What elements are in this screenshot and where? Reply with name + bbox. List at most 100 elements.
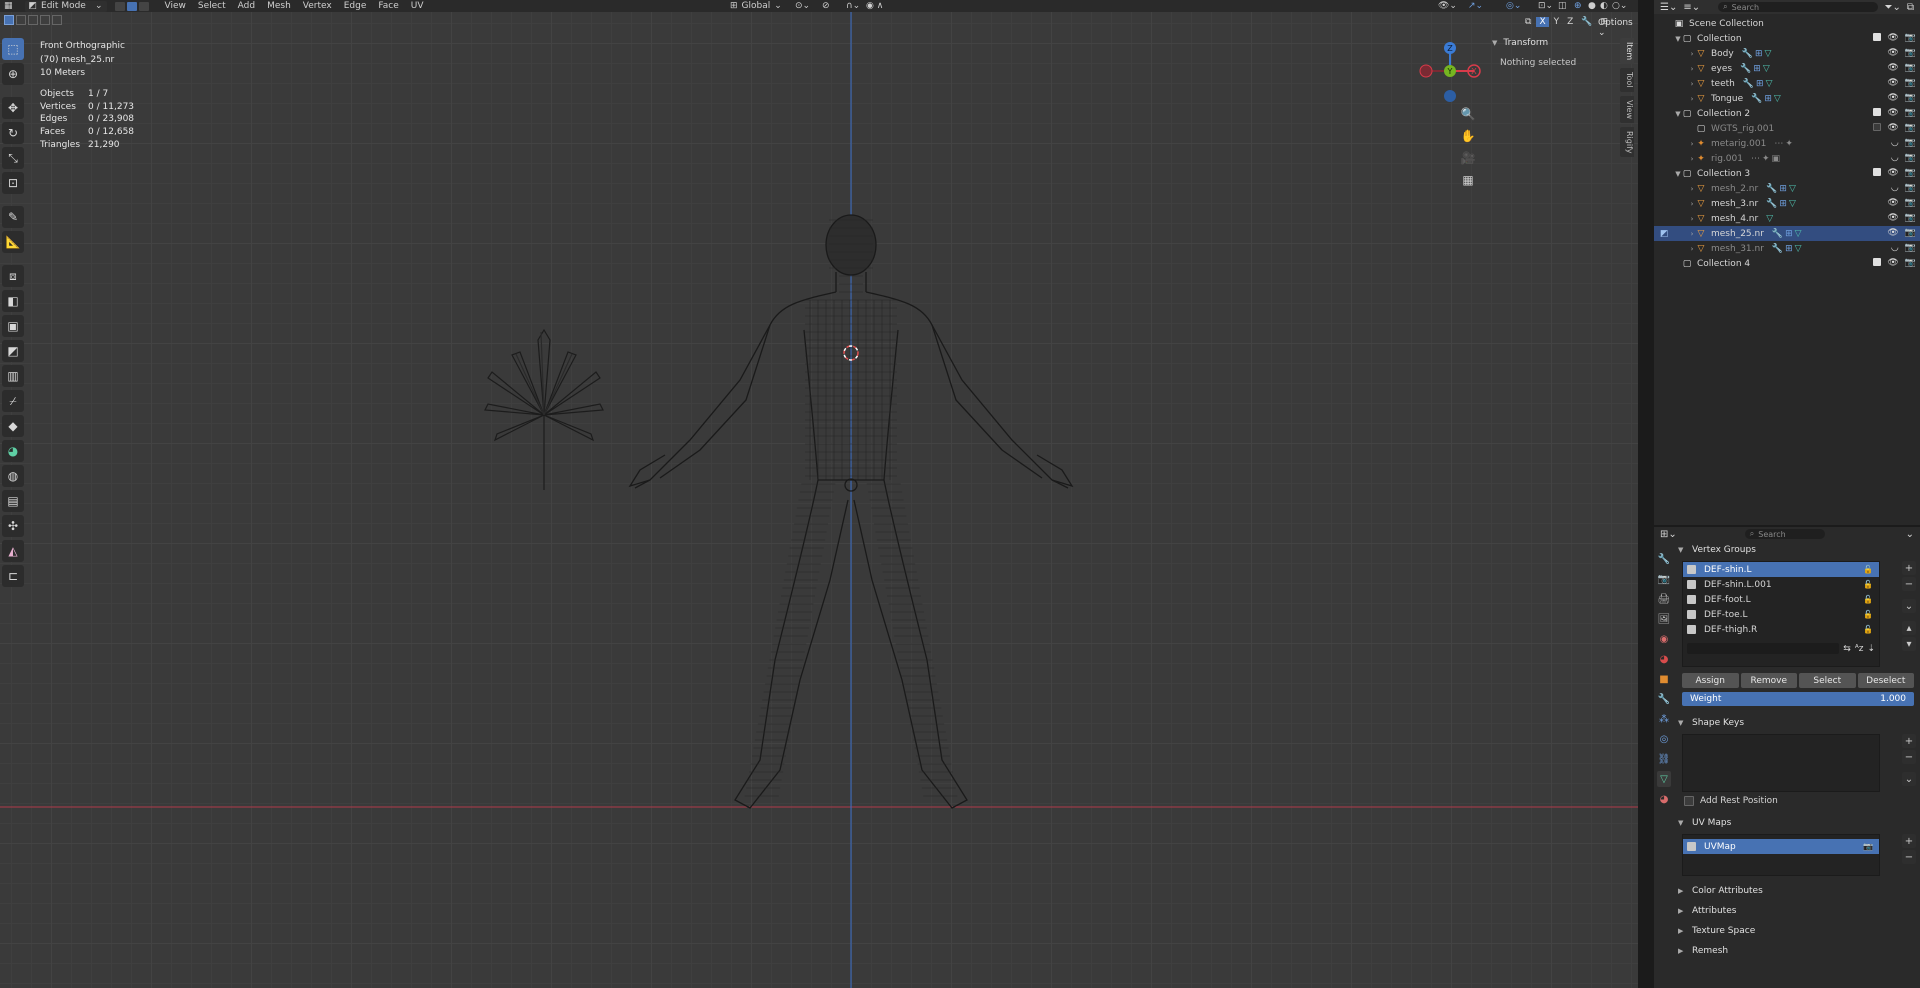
camera-icon[interactable]: 📷 bbox=[1905, 198, 1916, 208]
chevron-right-icon[interactable]: › bbox=[1688, 80, 1696, 88]
eye-icon[interactable]: 👁 bbox=[1887, 123, 1898, 133]
outliner-row-rig[interactable]: › ✦ rig.001 ⋯✦▣ ◡ 📷 bbox=[1654, 151, 1920, 166]
camera-icon[interactable]: 📷 bbox=[1905, 108, 1916, 118]
camera-icon[interactable]: 📷 bbox=[1905, 48, 1916, 58]
material-tab-icon[interactable]: ◕ bbox=[1657, 791, 1671, 807]
outliner-row-collection[interactable]: ▼ ▢ Collection 👁 📷 bbox=[1654, 31, 1920, 46]
eye-icon[interactable]: 👁 bbox=[1887, 93, 1898, 103]
tool-tab-icon[interactable]: 🔧 bbox=[1657, 551, 1671, 567]
gizmo-neg-x-axis[interactable] bbox=[1419, 64, 1433, 78]
outliner-row-body[interactable]: › ▽ Body 🔧⊞▽ 👁 📷 bbox=[1654, 46, 1920, 61]
lock-icon[interactable]: 🔓 bbox=[1863, 595, 1873, 604]
list-item[interactable]: DEF-toe.L 🔓 bbox=[1683, 607, 1879, 622]
move-up-button[interactable]: ▴ bbox=[1902, 621, 1916, 635]
sort-reverse-icon[interactable]: ⇣ bbox=[1867, 644, 1875, 654]
tab-view[interactable]: View bbox=[1620, 95, 1634, 123]
eye-closed-icon[interactable]: ◡ bbox=[1891, 153, 1899, 163]
camera-icon[interactable]: 📷 bbox=[1905, 168, 1916, 178]
properties-search[interactable]: ⌕ Search bbox=[1744, 529, 1825, 539]
list-item[interactable]: UVMap 📷 bbox=[1683, 839, 1879, 854]
plant-mesh[interactable] bbox=[484, 328, 604, 490]
outliner-row-mesh-3[interactable]: › ▽ mesh_3.nr 🔧⊞▽ 👁 📷 bbox=[1654, 196, 1920, 211]
camera-icon[interactable]: 📷 bbox=[1905, 213, 1916, 223]
outliner-row-mesh-2[interactable]: › ▽ mesh_2.nr 🔧⊞▽ ◡ 📷 bbox=[1654, 181, 1920, 196]
texture-space-panel-header[interactable]: ▶ Texture Space bbox=[1678, 922, 1914, 940]
tab-item[interactable]: Item bbox=[1620, 38, 1634, 65]
remove-vertex-group-button[interactable]: − bbox=[1902, 577, 1916, 591]
chevron-right-icon[interactable]: › bbox=[1688, 230, 1696, 238]
outliner-row-mesh-4[interactable]: › ▽ mesh_4.nr ▽ 👁 📷 bbox=[1654, 211, 1920, 226]
vertex-group-list[interactable]: DEF-shin.L 🔓 DEF-shin.L.001 🔓 DEF-foot.L 🔓 … bbox=[1682, 561, 1880, 667]
remesh-panel-header[interactable]: ▶ Remesh bbox=[1678, 942, 1914, 960]
display-mode-icon[interactable]: ≡⌄ bbox=[1683, 2, 1700, 13]
chevron-right-icon[interactable]: › bbox=[1688, 50, 1696, 58]
modifier-icons[interactable]: 🔧⊞▽ bbox=[1772, 244, 1804, 254]
camera-icon[interactable]: 📷 bbox=[1905, 183, 1916, 193]
sort-alpha-icon[interactable]: ᴬᴢ bbox=[1855, 644, 1864, 654]
camera-icon[interactable]: 📷 bbox=[1905, 153, 1916, 163]
camera-icon[interactable]: 📷 bbox=[1905, 33, 1916, 43]
outliner-row-collection-3[interactable]: ▼ ▢ Collection 3 👁 📷 bbox=[1654, 166, 1920, 181]
outliner-row-wgts-rig[interactable]: ▢ WGTS_rig.001 👁 📷 bbox=[1654, 121, 1920, 136]
object-tab-icon[interactable]: ■ bbox=[1657, 671, 1671, 687]
remove-shape-key-button[interactable]: − bbox=[1902, 750, 1916, 764]
editor-divider[interactable] bbox=[1638, 0, 1654, 988]
add-vertex-group-button[interactable]: + bbox=[1902, 561, 1916, 575]
exclude-checkbox[interactable] bbox=[1873, 33, 1882, 41]
render-tab-icon[interactable]: 📷 bbox=[1657, 571, 1671, 587]
modifier-icons[interactable]: 🔧⊞▽ bbox=[1766, 199, 1798, 209]
new-collection-icon[interactable]: ⧉ bbox=[1907, 2, 1914, 13]
particles-tab-icon[interactable]: ⁂ bbox=[1657, 711, 1671, 727]
modifier-icons[interactable]: 🔧⊞▽ bbox=[1772, 229, 1804, 239]
swap-icon[interactable]: ⇆ bbox=[1843, 644, 1851, 654]
deselect-button[interactable]: Deselect bbox=[1857, 673, 1914, 688]
edit-mode-indicator-icon[interactable]: ◩ bbox=[1660, 229, 1669, 239]
outliner-row-teeth[interactable]: › ▽ teeth 🔧⊞▽ 👁 📷 bbox=[1654, 76, 1920, 91]
filter-icon[interactable]: ⏷⌄ bbox=[1884, 2, 1900, 13]
output-tab-icon[interactable]: 🖨 bbox=[1657, 591, 1671, 607]
eye-icon[interactable]: 👁 bbox=[1887, 213, 1898, 223]
list-item[interactable]: DEF-thigh.R 🔓 bbox=[1683, 622, 1879, 637]
camera-icon[interactable]: 📷 bbox=[1905, 63, 1916, 73]
chevron-right-icon[interactable]: › bbox=[1688, 245, 1696, 253]
chevron-down-icon[interactable]: ▼ bbox=[1674, 110, 1682, 118]
specials-menu-button[interactable]: ⌄ bbox=[1902, 599, 1916, 613]
add-rest-position-row[interactable]: Add Rest Position bbox=[1684, 796, 1914, 806]
shape-key-list[interactable] bbox=[1682, 734, 1880, 792]
chevron-right-icon[interactable]: › bbox=[1688, 65, 1696, 73]
exclude-checkbox[interactable] bbox=[1873, 108, 1882, 116]
modifier-icons[interactable]: 🔧⊞▽ bbox=[1743, 79, 1775, 89]
assign-button[interactable]: Assign bbox=[1682, 673, 1739, 688]
camera-icon[interactable]: 📷 bbox=[1905, 78, 1916, 88]
camera-view-icon[interactable]: 🎥 bbox=[1460, 150, 1476, 166]
attributes-panel-header[interactable]: ▶ Attributes bbox=[1678, 902, 1914, 920]
outliner-search[interactable]: ⌕ Search bbox=[1718, 2, 1879, 12]
chevron-right-icon[interactable]: › bbox=[1688, 155, 1696, 163]
exclude-checkbox[interactable] bbox=[1873, 258, 1882, 266]
mesh-data-tab-icon[interactable]: ▽ bbox=[1657, 771, 1671, 787]
chevron-right-icon[interactable]: › bbox=[1688, 140, 1696, 148]
lock-icon[interactable]: 🔓 bbox=[1863, 625, 1873, 634]
camera-icon[interactable]: 📷 bbox=[1905, 228, 1916, 238]
list-filter-input[interactable] bbox=[1687, 643, 1840, 654]
outliner-row-scene-collection[interactable]: ▣ Scene Collection bbox=[1654, 16, 1920, 31]
outliner-row-collection-2[interactable]: ▼ ▢ Collection 2 👁 📷 bbox=[1654, 106, 1920, 121]
remove-uv-map-button[interactable]: − bbox=[1902, 850, 1916, 864]
uv-map-list[interactable]: UVMap 📷 bbox=[1682, 834, 1880, 876]
camera-icon[interactable]: 📷 bbox=[1905, 138, 1916, 148]
move-down-button[interactable]: ▾ bbox=[1902, 637, 1916, 651]
eye-closed-icon[interactable]: ◡ bbox=[1891, 138, 1899, 148]
eye-icon[interactable]: 👁 bbox=[1887, 63, 1898, 73]
gizmo-neg-z-axis[interactable] bbox=[1444, 90, 1456, 102]
uv-maps-panel-header[interactable]: ▼ UV Maps bbox=[1678, 814, 1914, 832]
scene-wireframe[interactable] bbox=[0, 0, 1638, 988]
eye-icon[interactable]: 👁 bbox=[1887, 258, 1898, 268]
outliner-row-mesh-25[interactable]: ◩ › ▽ mesh_25.nr 🔧⊞▽ 👁 📷 bbox=[1654, 226, 1920, 241]
chevron-right-icon[interactable]: › bbox=[1688, 215, 1696, 223]
3d-viewport[interactable]: ▦ ◩ Edit Mode ⌄ View Select Add Mesh Ver… bbox=[0, 0, 1638, 988]
transform-panel-header[interactable]: ▼ Transform bbox=[1492, 38, 1620, 48]
lock-icon[interactable]: 🔓 bbox=[1863, 565, 1873, 574]
add-uv-map-button[interactable]: + bbox=[1902, 834, 1916, 848]
tab-rigify[interactable]: Rigify bbox=[1620, 126, 1634, 158]
modifier-icons[interactable]: 🔧⊞▽ bbox=[1751, 94, 1783, 104]
